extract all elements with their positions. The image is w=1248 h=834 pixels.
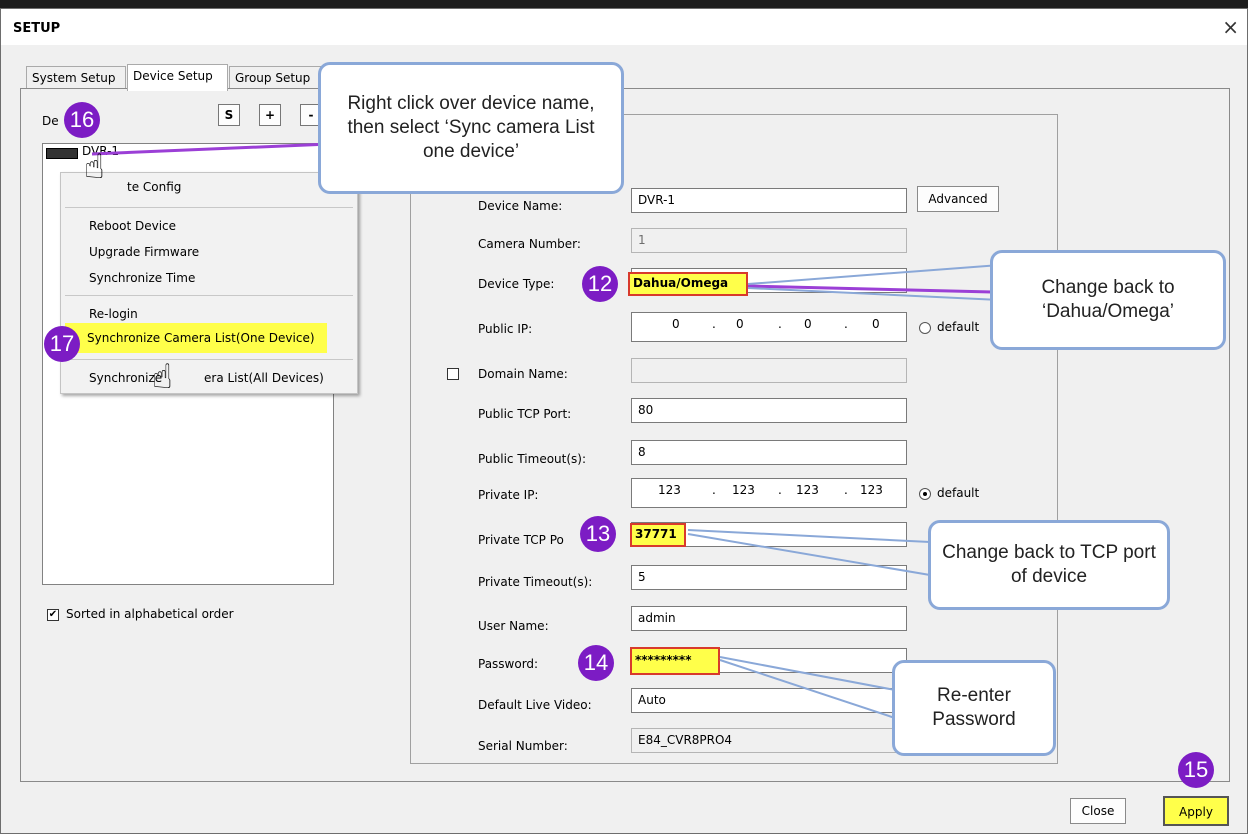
tab-group-setup[interactable]: Group Setup	[229, 66, 321, 88]
step-badge-17: 17	[44, 326, 80, 362]
private-ip-dot: .	[778, 483, 782, 497]
private-tcp-port-label: Private TCP Po	[478, 533, 564, 547]
public-ip-dot: .	[844, 317, 848, 331]
private-ip-dot: .	[844, 483, 848, 497]
private-ip-octet: 123	[796, 483, 819, 497]
callout-device-type: Change back to ‘Dahua/Omega’	[990, 250, 1226, 350]
public-tcp-port-field[interactable]: 80	[631, 398, 907, 423]
step-badge-16: 16	[64, 102, 100, 138]
menu-separator	[65, 359, 353, 360]
domain-name-label: Domain Name:	[478, 367, 568, 381]
device-name-label: Device Name:	[478, 199, 563, 213]
private-ip-default-label: default	[937, 486, 980, 500]
private-tcp-port-value[interactable]: 37771	[630, 523, 686, 547]
public-ip-label: Public IP:	[478, 322, 533, 336]
public-timeout-field[interactable]: 8	[631, 440, 907, 465]
public-ip-octet: 0	[804, 317, 812, 331]
password-label: Password:	[478, 657, 539, 671]
public-timeout-label: Public Timeout(s):	[478, 452, 587, 466]
private-timeout-field[interactable]: 5	[631, 565, 907, 590]
tab-device-setup[interactable]: Device Setup	[127, 64, 228, 91]
sort-checkbox[interactable]: ✔	[47, 609, 59, 621]
pointing-hand-cursor-icon: ☝	[84, 147, 105, 187]
menu-item-synchronize-time[interactable]: Synchronize Time	[89, 271, 195, 285]
add-device-button[interactable]: +	[259, 104, 281, 126]
step-badge-14: 14	[578, 645, 614, 681]
private-ip-octet: 123	[860, 483, 883, 497]
camera-number-field: 1	[631, 228, 907, 253]
serial-number-field: E84_CVR8PRO4	[631, 728, 907, 753]
callout-sync-camera: Right click over device name, then selec…	[318, 62, 624, 194]
menu-item-reboot-device[interactable]: Reboot Device	[89, 219, 176, 233]
public-ip-octet: 0	[736, 317, 744, 331]
password-value[interactable]: *********	[630, 647, 720, 675]
public-ip-default-label: default	[937, 320, 980, 334]
camera-number-label: Camera Number:	[478, 237, 581, 251]
window-title: SETUP	[13, 21, 61, 36]
menu-item-re-login[interactable]: Re-login	[89, 307, 138, 321]
close-window-icon[interactable]: ×	[1222, 15, 1239, 39]
private-ip-default-radio[interactable]	[919, 488, 931, 500]
apply-button[interactable]: Apply	[1163, 796, 1229, 826]
sort-checkbox-label: Sorted in alphabetical order	[66, 607, 234, 621]
step-badge-12: 12	[582, 266, 618, 302]
pointing-hand-cursor-icon: ☝	[152, 357, 173, 397]
menu-separator	[65, 207, 353, 208]
context-menu: te Config Reboot Device Upgrade Firmware…	[60, 172, 358, 394]
default-live-video-select[interactable]: Auto	[631, 688, 907, 713]
step-badge-13: 13	[580, 516, 616, 552]
title-bar: SETUP ×	[1, 9, 1247, 45]
advanced-button[interactable]: Advanced	[917, 186, 999, 212]
public-ip-octet: 0	[672, 317, 680, 331]
private-ip-octet: 123	[732, 483, 755, 497]
domain-name-checkbox[interactable]	[447, 368, 459, 380]
callout-tcp-port: Change back to TCP port of device	[928, 520, 1170, 610]
public-ip-octet: 0	[872, 317, 880, 331]
default-live-video-label: Default Live Video:	[478, 698, 592, 712]
user-name-field[interactable]: admin	[631, 606, 907, 631]
user-name-label: User Name:	[478, 619, 549, 633]
device-list-label: De	[42, 114, 59, 128]
public-ip-default-radio[interactable]	[919, 322, 931, 334]
dvr-device-icon	[46, 148, 78, 159]
private-timeout-label: Private Timeout(s):	[478, 575, 593, 589]
private-ip-dot: .	[712, 483, 716, 497]
private-ip-octet: 123	[658, 483, 681, 497]
menu-item-remote-config[interactable]: te Config	[127, 180, 181, 194]
public-ip-field[interactable]: 0 . 0 . 0 . 0	[631, 312, 907, 342]
domain-name-field	[631, 358, 907, 383]
device-name-field[interactable]: DVR-1	[631, 188, 907, 213]
tab-system-setup[interactable]: System Setup	[26, 66, 126, 88]
close-button[interactable]: Close	[1070, 798, 1126, 824]
s-button[interactable]: S	[218, 104, 240, 126]
serial-number-label: Serial Number:	[478, 739, 568, 753]
menu-item-upgrade-firmware[interactable]: Upgrade Firmware	[89, 245, 199, 259]
step-badge-15: 15	[1178, 752, 1214, 788]
private-ip-field[interactable]: 123 . 123 . 123 . 123	[631, 478, 907, 508]
menu-separator	[65, 295, 353, 296]
callout-password: Re-enter Password	[892, 660, 1056, 756]
device-type-label: Device Type:	[478, 277, 555, 291]
menu-item-sync-camera-one[interactable]: Synchronize Camera List(One Device)	[87, 331, 315, 345]
public-ip-dot: .	[778, 317, 782, 331]
private-ip-label: Private IP:	[478, 488, 539, 502]
device-type-value[interactable]: Dahua/Omega	[628, 272, 748, 296]
public-tcp-port-label: Public TCP Port:	[478, 407, 572, 421]
public-ip-dot: .	[712, 317, 716, 331]
menu-item-sync-camera-all-b[interactable]: era List(All Devices)	[204, 371, 324, 385]
